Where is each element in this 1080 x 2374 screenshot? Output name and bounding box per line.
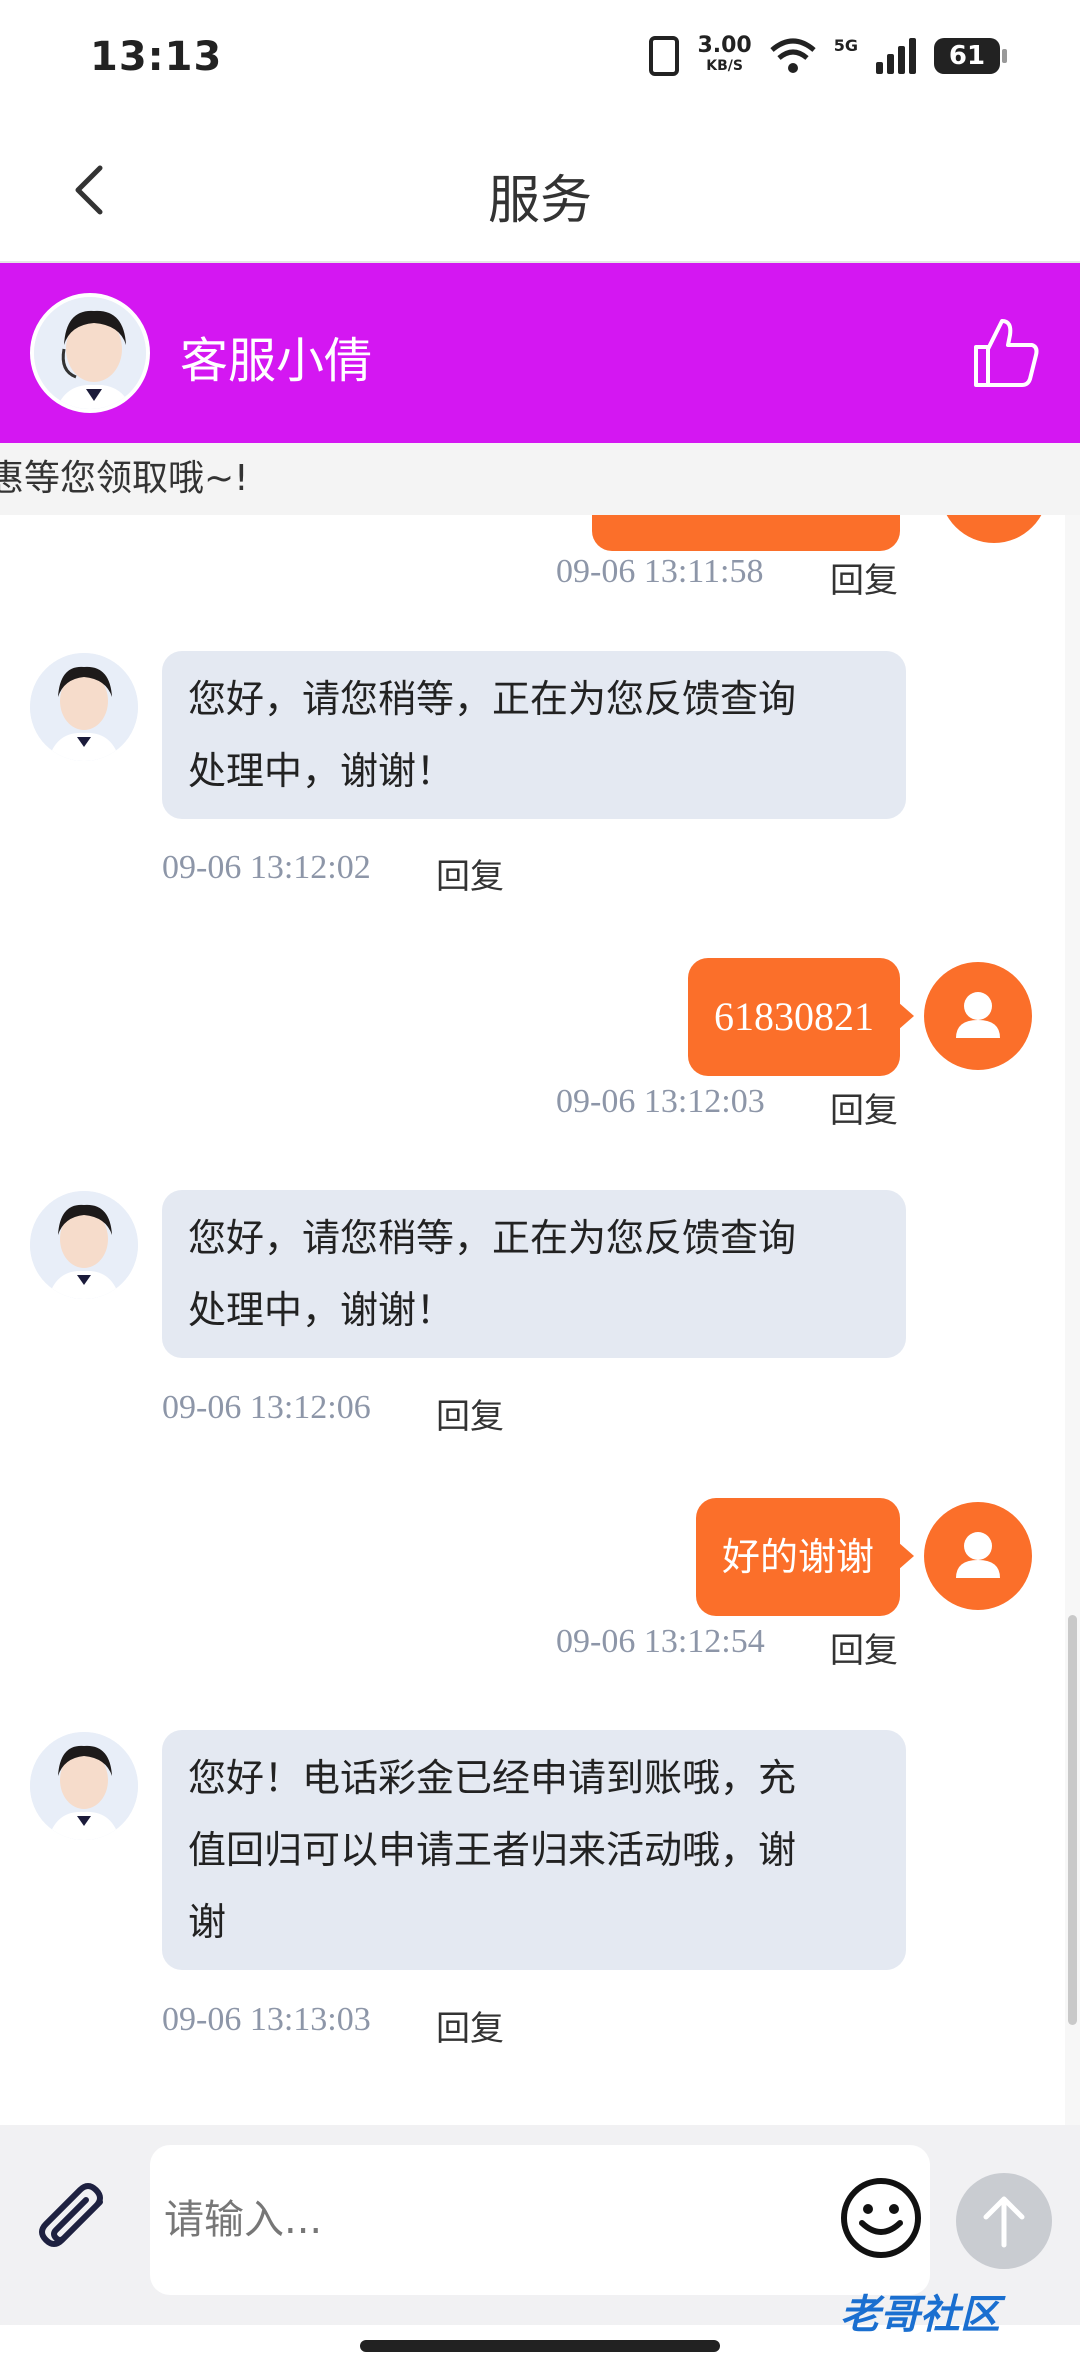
message-time: 09-06 13:12:02: [162, 849, 371, 886]
user-avatar: [924, 962, 1032, 1070]
chat-area[interactable]: 09-06 13:11:58 回复 您好，请您稍等，正在为您反馈查询 处理中，谢…: [0, 515, 1065, 2125]
partial-user-avatar: [940, 515, 1048, 543]
status-time: 13:13: [90, 34, 223, 80]
reply-button[interactable]: 回复: [830, 553, 898, 602]
reply-button[interactable]: 回复: [436, 1389, 504, 1438]
message-input[interactable]: [164, 2175, 814, 2265]
chat-scrollbar[interactable]: [1065, 515, 1080, 2125]
arrow-up-icon: [983, 2196, 1025, 2248]
message-time: 09-06 13:12:03: [556, 1083, 765, 1120]
user-message-bubble: 61830821: [688, 958, 914, 1076]
message-text: 您好，请您稍等，正在为您反馈查询: [188, 677, 797, 721]
agent-avatar-small: [30, 1732, 138, 1840]
message-text: 您好，请您稍等，正在为您反馈查询: [188, 1216, 797, 1260]
status-icons: 3.00 KB/S 5G 61: [649, 33, 1007, 76]
user-avatar: [924, 1502, 1032, 1610]
message-time: 09-06 13:11:58: [556, 553, 764, 590]
signal-icon: [876, 38, 916, 74]
network-speed: 3.00 KB/S: [697, 33, 752, 76]
emoji-icon[interactable]: [838, 2175, 924, 2261]
agent-message-bubble: 您好，请您稍等，正在为您反馈查询 处理中，谢谢！: [162, 1190, 906, 1358]
partial-user-bubble: [592, 515, 900, 551]
reply-button[interactable]: 回复: [830, 1623, 898, 1672]
message-text: 值回归可以申请王者归来活动哦，谢: [188, 1828, 797, 1872]
announcement-marquee: 惠等您领取哦~!: [0, 443, 1080, 515]
reply-button[interactable]: 回复: [436, 2001, 504, 2050]
send-button[interactable]: [956, 2173, 1052, 2269]
marquee-text: 惠等您领取哦~!: [0, 458, 249, 499]
message-text: 处理中，谢谢！: [188, 1288, 455, 1332]
vibrate-icon: [649, 36, 680, 76]
user-message-bubble: 好的谢谢: [695, 1498, 915, 1616]
message-time: 09-06 13:12:54: [556, 1623, 765, 1660]
message-time: 09-06 13:12:06: [162, 1389, 371, 1426]
page-title: 服务: [487, 171, 592, 231]
message-text: 谢: [188, 1900, 227, 1944]
message-text: 您好！电话彩金已经申请到账哦，充: [188, 1756, 797, 1800]
message-text: 处理中，谢谢！: [188, 749, 455, 793]
agent-name: 客服小倩: [180, 333, 373, 389]
speed-value: 3.00: [697, 33, 752, 58]
reply-button[interactable]: 回复: [830, 1083, 898, 1132]
agent-avatar: [30, 293, 150, 413]
battery-icon: 61: [934, 38, 1007, 74]
thumbs-up-icon[interactable]: [970, 315, 1040, 389]
nav-bar: 服务: [0, 120, 1080, 263]
agent-message-bubble: 您好！电话彩金已经申请到账哦，充 值回归可以申请王者归来活动哦，谢 谢: [162, 1730, 906, 1970]
agent-avatar-small: [30, 653, 138, 761]
watermark-logo: 老哥社区: [840, 2292, 1000, 2338]
home-indicator: [360, 2340, 720, 2352]
agent-header: 客服小倩: [0, 263, 1080, 443]
agent-avatar-small: [30, 1191, 138, 1299]
wifi-icon: [770, 38, 816, 73]
reply-button[interactable]: 回复: [436, 849, 504, 898]
message-input-box: [150, 2145, 930, 2295]
attachment-icon[interactable]: [30, 2180, 118, 2268]
scroll-thumb[interactable]: [1068, 1615, 1077, 2025]
speed-unit: KB/S: [706, 58, 743, 74]
network-type: 5G: [833, 36, 858, 55]
status-bar: 13:13 3.00 KB/S 5G 61: [0, 0, 1080, 120]
message-time: 09-06 13:13:03: [162, 2001, 371, 2038]
agent-message-bubble: 您好，请您稍等，正在为您反馈查询 处理中，谢谢！: [162, 651, 906, 819]
